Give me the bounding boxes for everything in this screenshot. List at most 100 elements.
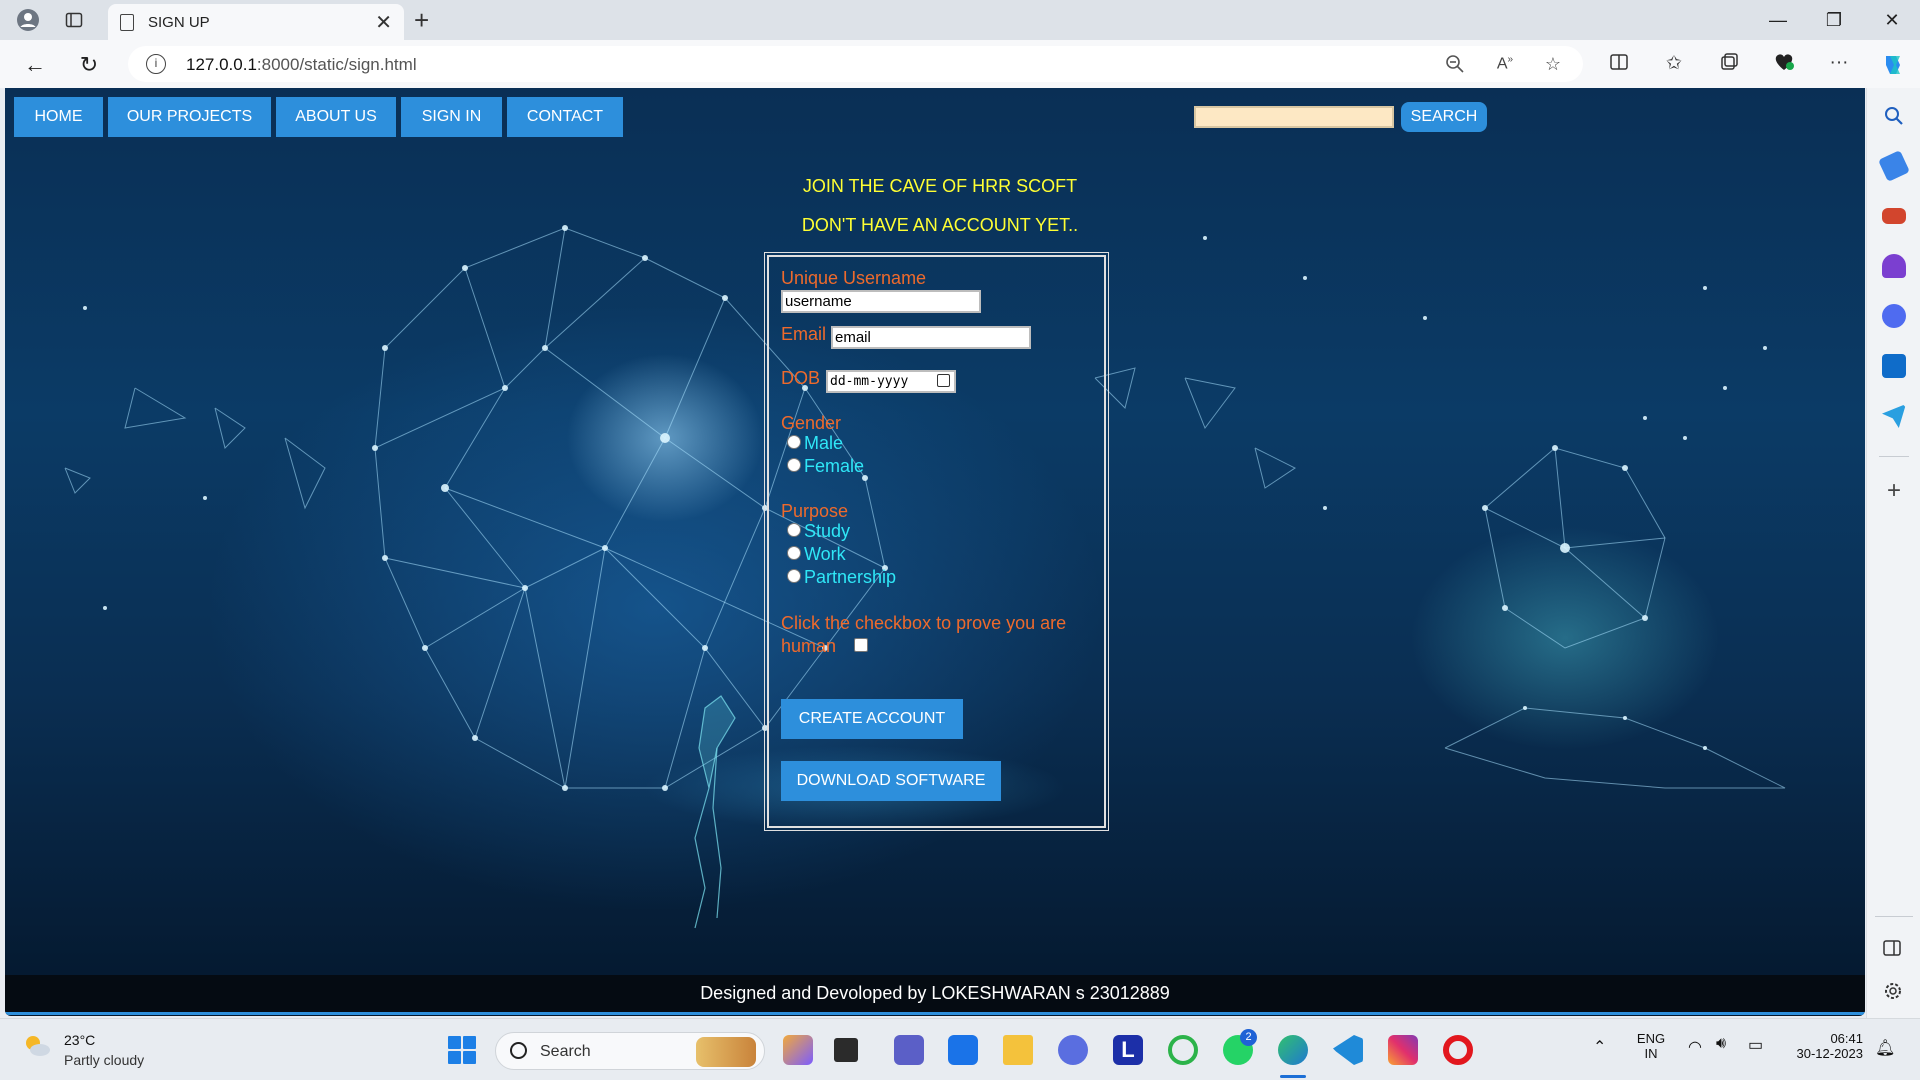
purpose-study-radio[interactable]	[787, 523, 801, 537]
maximize-button[interactable]: ❐	[1812, 6, 1856, 34]
show-hidden-icons[interactable]: ⌃	[1593, 1037, 1606, 1057]
back-button[interactable]: ←	[20, 50, 50, 80]
nav-home[interactable]: HOME	[14, 97, 103, 137]
copilot-preview-app-icon[interactable]	[783, 1035, 813, 1065]
minimize-button[interactable]: —	[1756, 6, 1800, 34]
purpose-partnership-label: Partnership	[804, 567, 897, 587]
sidebar-tools-icon[interactable]	[1882, 208, 1906, 224]
file-explorer-icon[interactable]	[1003, 1035, 1033, 1065]
edge-app-icon[interactable]	[1278, 1035, 1308, 1065]
purpose-study-label: Study	[804, 521, 851, 541]
headline-no-account: DON'T HAVE AN ACCOUNT YET..	[801, 215, 1079, 235]
download-software-button[interactable]: DOWNLOAD SOFTWARE	[781, 761, 1001, 801]
zoom-out-icon[interactable]	[1444, 54, 1466, 76]
gender-female-label: Female	[804, 456, 865, 476]
start-button[interactable]	[448, 1036, 476, 1064]
instagram-app-icon[interactable]	[1388, 1035, 1418, 1065]
weather-partly-cloudy-icon[interactable]	[22, 1033, 52, 1059]
nav-our-projects[interactable]: OUR PROJECTS	[108, 97, 271, 137]
gender-label: Gender	[781, 413, 842, 433]
sidebar-microsoft365-icon[interactable]	[1882, 304, 1906, 328]
clock[interactable]: 06:41 30-12-2023	[1783, 1031, 1864, 1061]
purpose-partnership-radio[interactable]	[787, 569, 801, 583]
address-bar[interactable]: i 127.0.0.1:8000/static/sign.html A» ☆	[128, 46, 1583, 82]
page-icon	[120, 13, 134, 31]
gender-male-label: Male	[804, 433, 844, 453]
edge-active-indicator	[1280, 1075, 1306, 1078]
taskbar-search-placeholder: Search	[540, 1043, 591, 1060]
browser-tab[interactable]: SIGN UP ✕	[108, 4, 404, 40]
task-view-icon[interactable]	[834, 1038, 858, 1062]
tab-actions-icon[interactable]	[60, 6, 88, 34]
sidebar-shopping-icon[interactable]	[1878, 150, 1910, 182]
browser-toolbar: ← ↻ i 127.0.0.1:8000/static/sign.html A»…	[0, 40, 1920, 88]
profile-icon[interactable]	[14, 6, 42, 34]
search-button[interactable]: SEARCH	[1401, 102, 1487, 132]
gender-female-radio[interactable]	[787, 458, 801, 472]
human-checkbox[interactable]	[854, 638, 868, 652]
dob-date-field[interactable]: dd-mm-yyyy	[826, 370, 956, 393]
notification-bell-icon[interactable]: 🔔︎	[1875, 1038, 1895, 1058]
create-account-button[interactable]: CREATE ACCOUNT	[781, 699, 963, 739]
volume-icon[interactable]: 🔊︎	[1716, 1035, 1726, 1053]
email-label: Email	[781, 324, 827, 344]
taskbar-search[interactable]: Search	[495, 1032, 765, 1070]
new-tab-button[interactable]: +	[414, 5, 429, 36]
site-info-icon[interactable]: i	[146, 54, 166, 74]
page-footer: Designed and Devoloped by LOKESHWARAN s …	[5, 975, 1865, 1015]
browser-tab-bar: SIGN UP ✕ + — ❐ ✕	[0, 0, 1920, 40]
favorites-icon[interactable]: ✩	[1661, 52, 1687, 78]
sidebar-outlook-icon[interactable]	[1882, 354, 1906, 378]
health-extension-icon[interactable]	[1771, 52, 1797, 78]
sidebar-add-icon[interactable]: +	[1882, 479, 1906, 504]
nav-contact[interactable]: CONTACT	[507, 97, 623, 137]
email-field[interactable]: email	[831, 326, 1031, 349]
human-check-label-line2: human	[781, 636, 837, 656]
store-app-icon[interactable]	[948, 1035, 978, 1065]
language-indicator[interactable]: ENG IN	[1633, 1031, 1669, 1061]
refresh-button[interactable]: ↻	[74, 50, 104, 80]
tab-title: SIGN UP	[148, 13, 210, 31]
purpose-label: Purpose	[781, 501, 849, 521]
calendar-icon[interactable]	[937, 374, 950, 387]
search-input[interactable]	[1194, 106, 1394, 128]
close-window-button[interactable]: ✕	[1870, 6, 1914, 34]
wifi-icon[interactable]: ◠	[1688, 1037, 1702, 1057]
collections-icon[interactable]	[1716, 52, 1742, 78]
sidebar-send-icon[interactable]	[1882, 404, 1906, 428]
close-tab-icon[interactable]: ✕	[375, 10, 392, 35]
region-code: IN	[1644, 1046, 1658, 1061]
web-page: HOME OUR PROJECTS ABOUT US SIGN IN CONTA…	[5, 88, 1865, 1016]
favorite-star-icon[interactable]: ☆	[1542, 54, 1564, 76]
read-aloud-icon[interactable]: A»	[1494, 54, 1516, 76]
teams-app-icon[interactable]	[894, 1035, 924, 1065]
nav-sign-in[interactable]: SIGN IN	[401, 97, 502, 137]
sidebar-divider	[1879, 456, 1909, 457]
l-app-icon[interactable]: L	[1113, 1035, 1143, 1065]
split-screen-icon[interactable]	[1606, 52, 1632, 78]
battery-icon[interactable]: ▭	[1748, 1035, 1763, 1055]
sidebar-settings-icon[interactable]	[1882, 980, 1906, 1004]
sidebar-toggle-icon[interactable]	[1882, 938, 1906, 962]
weather-temperature[interactable]: 23°C	[64, 1032, 95, 1048]
whatsapp-badge: 2	[1240, 1029, 1257, 1046]
signup-form: Unique Username username Email email DOB…	[764, 252, 1109, 831]
windows-taskbar: 23°C Partly cloudy Search L 2 ⌃ ENG IN ◠…	[0, 1018, 1920, 1080]
sidebar-search-icon[interactable]	[1882, 104, 1906, 128]
username-field[interactable]: username	[781, 290, 981, 313]
copilot-icon[interactable]	[1880, 52, 1906, 78]
purpose-work-radio[interactable]	[787, 546, 801, 560]
url-text[interactable]: 127.0.0.1:8000/static/sign.html	[186, 55, 417, 75]
weather-condition[interactable]: Partly cloudy	[64, 1052, 144, 1068]
dob-label: DOB	[781, 368, 821, 388]
nav-about-us[interactable]: ABOUT US	[276, 97, 396, 137]
sidebar-games-icon[interactable]	[1882, 254, 1906, 278]
proton-app-icon[interactable]	[1058, 1035, 1088, 1065]
edge-sidebar: +	[1866, 88, 1920, 1018]
gender-male-radio[interactable]	[787, 435, 801, 449]
more-options-icon[interactable]: ···	[1826, 52, 1852, 78]
opera-app-icon[interactable]	[1443, 1035, 1473, 1065]
human-check-label: Click the checkbox to prove you are	[781, 613, 1067, 633]
circle-app-icon[interactable]	[1168, 1035, 1198, 1065]
vscode-app-icon[interactable]	[1333, 1035, 1363, 1065]
